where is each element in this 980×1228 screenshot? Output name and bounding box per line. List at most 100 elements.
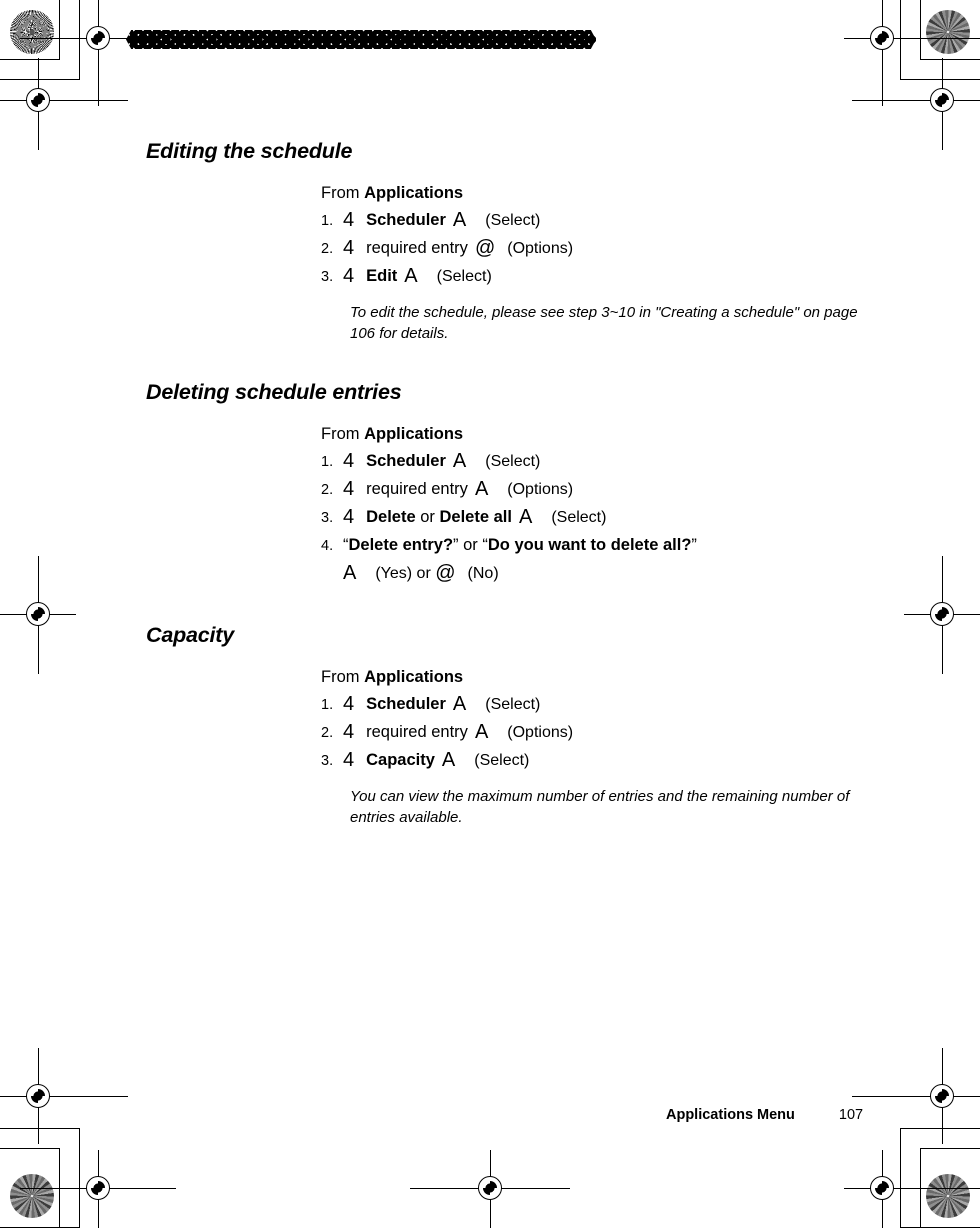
color-rosette-bottom-right [926,1174,970,1218]
step-action: (Options) [507,724,574,742]
registration-mark-bottom-left [20,1150,176,1228]
scroll-key-icon: 4 [343,450,355,473]
page-canvas: Editing the schedule From Applications 1… [0,0,980,1228]
step-list: 1. 4 Scheduler A (Select) 2. 4 required entry A… [321,691,880,775]
step-number: 2. [321,725,334,742]
footer-chapter-label: Applications Menu [666,1107,795,1123]
step-label: Capacity [366,751,435,770]
from-prefix: From [321,183,365,202]
step-label: Edit [366,267,398,286]
step-action: (Select) [551,509,607,527]
registration-mark-mid-left [0,556,76,674]
from-line: From Applications [321,424,697,445]
registration-mark-bottom-right [844,1150,980,1228]
step-number: 1. [321,454,334,471]
options-key-icon: @ [435,561,456,584]
select-key-icon: A [518,506,533,529]
answer-yes-label: (Yes) [375,564,413,582]
step-number: 2. [321,482,334,499]
from-line: From Applications [321,667,880,688]
step-number: 4. [321,537,334,554]
step-action: (Select) [485,212,541,230]
prompt-conjunction: or [458,535,483,554]
page-number: 107 [838,1107,864,1123]
step-item: 3. 4 Capacity A (Select) [321,747,880,775]
step-item: 2. 4 required entry A (Options) [321,719,880,747]
registration-mark-mid-right [904,556,980,674]
section-heading: Capacity [146,623,235,647]
step-item: 1. 4 Scheduler A (Select) [321,207,880,235]
from-prefix: From [321,667,365,686]
step-label: Delete [366,508,416,527]
scroll-key-icon: 4 [343,506,355,529]
prompt-text-secondary: Do you want to delete all? [487,535,692,554]
select-key-icon: A [452,209,467,232]
step-number: 1. [321,213,334,230]
answer-conjunction: or [412,564,436,582]
select-key-icon: A [474,721,489,744]
scroll-key-icon: 4 [343,265,355,288]
step-action: (Select) [474,752,530,770]
quote-close: ” [691,535,697,554]
color-rosette-top-left [10,10,54,54]
step-action: (Select) [485,696,541,714]
step-item: 3. 4 Delete or Delete all A (Select) [321,504,697,532]
registration-mark-upper-left [0,58,128,150]
color-rosette-top-right [926,10,970,54]
registration-mark-bottom-center [410,1150,570,1228]
select-key-icon: A [474,478,489,501]
section-capacity: Capacity From Applications 1. 4 Scheduler A… [146,623,880,828]
page-footer: Applications Menu 107 [666,1107,863,1123]
step-list: 1. 4 Scheduler A (Select) 2. 4 required entry A… [321,448,697,587]
step-label-conjunction: or [415,508,440,527]
from-target: Applications [364,667,464,686]
step-number: 3. [321,753,334,770]
answer-no-label: (No) [467,564,499,582]
step-item: 2. 4 required entry @ (Options) [321,235,880,263]
step-item: 2. 4 required entry A (Options) [321,476,697,504]
scroll-key-icon: 4 [343,721,355,744]
select-key-icon: A [441,749,456,772]
select-key-icon: A [404,265,418,288]
scroll-key-icon: 4 [343,693,355,716]
step-number: 3. [321,269,334,286]
section-heading: Editing the schedule [146,139,353,163]
section-heading: Deleting schedule entries [146,380,402,404]
scroll-key-icon: 4 [343,478,355,501]
registration-mark-top-right [844,0,980,106]
from-line: From Applications [321,183,880,204]
registration-mark-lower-right [852,1048,980,1144]
scroll-key-icon: 4 [343,749,355,772]
from-prefix: From [321,424,365,443]
color-rosette-bottom-left [10,1174,54,1218]
select-key-icon: A [452,450,467,473]
step-label-alt: Delete all [439,508,512,527]
section-note: To edit the schedule, please see step 3~… [350,303,858,342]
step-label: Scheduler [366,211,446,230]
step-number: 3. [321,510,334,527]
step-number: 1. [321,697,334,714]
registration-mark-top-left [20,0,176,106]
prompt-answer-line: A (Yes) or @ (No) [321,560,697,588]
step-item: 1. 4 Scheduler A (Select) [321,448,697,476]
step-list: 1. 4 Scheduler A (Select) 2. 4 required entry @… [321,207,880,291]
section-note: You can view the maximum number of entri… [350,787,850,826]
scroll-key-icon: 4 [343,237,355,260]
step-action: (Select) [436,268,492,286]
registration-mark-lower-left [0,1048,128,1144]
step-number: 2. [321,241,334,258]
step-label: Scheduler [366,695,446,714]
step-label: required entry [366,239,468,258]
prompt-text-primary: Delete entry? [348,535,454,554]
options-key-icon: @ [474,237,496,260]
step-action: (Options) [507,240,574,258]
step-item: 3. 4 Edit A (Select) [321,263,880,291]
scroll-key-icon: 4 [343,209,355,232]
step-label: required entry [366,723,468,742]
select-key-icon: A [343,561,357,584]
from-target: Applications [364,424,464,443]
registration-mark-upper-right [852,58,980,150]
section-editing-the-schedule: Editing the schedule From Applications 1… [146,139,880,344]
step-label: Scheduler [366,452,446,471]
select-key-icon: A [452,693,467,716]
